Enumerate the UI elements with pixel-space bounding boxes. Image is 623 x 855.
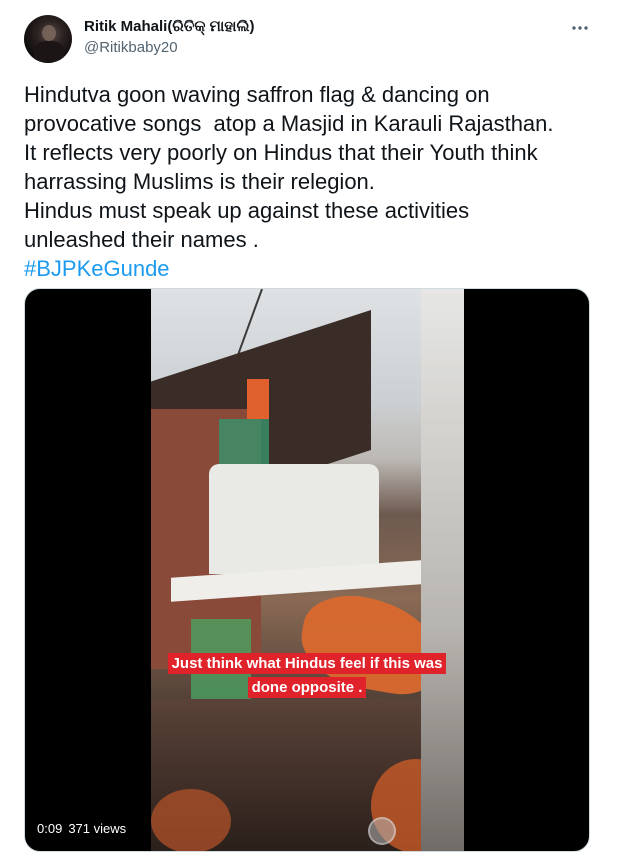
author-handle[interactable]: @Ritikbaby20 xyxy=(84,39,178,56)
avatar-silhouette xyxy=(34,41,64,63)
more-options-button[interactable] xyxy=(566,14,594,42)
video-elapsed-time: 0:09 xyxy=(37,821,63,836)
video-player[interactable]: Just think what Hindus feel if this was … xyxy=(24,288,590,852)
video-view-count: 371 views xyxy=(68,821,127,836)
tweet-text: Hindutva goon waving saffron flag & danc… xyxy=(24,80,599,283)
more-horizontal-icon xyxy=(572,26,588,30)
video-flag xyxy=(247,379,269,419)
video-frame xyxy=(151,289,464,851)
video-green-panel xyxy=(219,419,269,469)
avatar-highlight xyxy=(42,25,56,41)
video-right-wall xyxy=(421,289,464,851)
video-caption-text: Just think what Hindus feel if this was … xyxy=(167,653,447,698)
video-caption: Just think what Hindus feel if this was … xyxy=(163,652,451,700)
tweet-card: Ritik Mahali(ରିତିକ୍ ମାହାଲି) @Ritikbaby20… xyxy=(0,0,623,855)
video-dome xyxy=(209,464,379,574)
video-stats: 0:09 371 views xyxy=(37,821,126,836)
hashtag-link[interactable]: #BJPKeGunde xyxy=(24,256,170,281)
video-play-indicator[interactable] xyxy=(368,817,396,845)
avatar[interactable] xyxy=(24,15,72,63)
tweet-body: Hindutva goon waving saffron flag & danc… xyxy=(24,82,554,252)
video-orange-blur-left xyxy=(151,789,231,851)
author-name[interactable]: Ritik Mahali(ରିତିକ୍ ମାହାଲି) xyxy=(84,18,255,35)
